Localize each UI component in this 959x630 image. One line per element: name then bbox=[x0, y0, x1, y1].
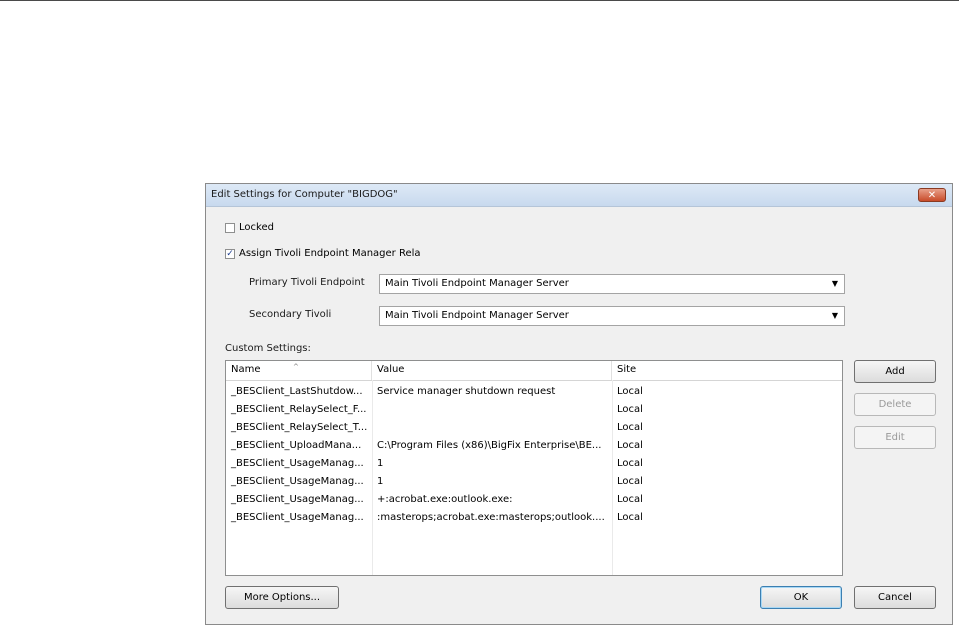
setting-site: Local bbox=[617, 512, 643, 523]
setting-value: 1 bbox=[377, 458, 384, 469]
edit-button[interactable]: Edit bbox=[854, 426, 936, 449]
more-options-button[interactable]: More Options... bbox=[225, 586, 339, 609]
delete-button[interactable]: Delete bbox=[854, 393, 936, 416]
chevron-down-icon: ▼ bbox=[831, 311, 838, 320]
column-header-name[interactable]: Name ^ bbox=[226, 361, 372, 380]
locked-checkbox-row[interactable]: Locked bbox=[225, 222, 274, 233]
dialog-title-bar[interactable]: Edit Settings for Computer "BIGDOG" ✕ bbox=[206, 184, 952, 207]
assign-relay-checkbox-row[interactable]: ✓ Assign Tivoli Endpoint Manager Rela bbox=[225, 248, 421, 259]
setting-name: _BESClient_UsageManag... bbox=[231, 512, 364, 523]
setting-name: _BESClient_UsageManag... bbox=[231, 494, 364, 505]
primary-relay-label: Primary Tivoli Endpoint bbox=[249, 277, 365, 288]
top-divider-line bbox=[0, 0, 959, 1]
table-row[interactable]: _BESClient_UsageManag... 1 Local bbox=[226, 455, 842, 473]
assign-relay-checkbox[interactable]: ✓ bbox=[225, 248, 235, 259]
secondary-relay-label: Secondary Tivoli bbox=[249, 309, 332, 320]
table-row[interactable]: _BESClient_UsageManag... 1 Local bbox=[226, 473, 842, 491]
locked-label: Locked bbox=[239, 222, 274, 233]
chevron-down-icon: ▼ bbox=[831, 279, 838, 288]
table-row[interactable]: _BESClient_UsageManag... +:acrobat.exe:o… bbox=[226, 491, 842, 509]
setting-value: +:acrobat.exe:outlook.exe: bbox=[377, 494, 513, 505]
setting-site: Local bbox=[617, 476, 643, 487]
setting-name: _BESClient_RelaySelect_F... bbox=[231, 404, 367, 415]
secondary-relay-value: Main Tivoli Endpoint Manager Server bbox=[385, 310, 569, 321]
setting-site: Local bbox=[617, 494, 643, 505]
setting-value bbox=[372, 419, 612, 437]
close-button[interactable]: ✕ bbox=[918, 188, 946, 202]
setting-site: Local bbox=[617, 458, 643, 469]
primary-relay-dropdown[interactable]: Main Tivoli Endpoint Manager Server ▼ bbox=[379, 274, 845, 294]
setting-site: Local bbox=[617, 422, 643, 433]
table-row[interactable]: _BESClient_RelaySelect_T... Local bbox=[226, 419, 842, 437]
setting-site: Local bbox=[617, 404, 643, 415]
setting-name: _BESClient_RelaySelect_T... bbox=[231, 422, 368, 433]
custom-settings-label: Custom Settings: bbox=[225, 343, 311, 354]
setting-value: 1 bbox=[377, 476, 384, 487]
table-row[interactable]: _BESClient_UsageManag... :masterops;acro… bbox=[226, 509, 842, 527]
setting-name: _BESClient_UsageManag... bbox=[231, 476, 364, 487]
table-row[interactable]: _BESClient_UploadMana... C:\Program File… bbox=[226, 437, 842, 455]
setting-value: :masterops;acrobat.exe:masterops;outlook… bbox=[377, 512, 605, 523]
locked-checkbox[interactable] bbox=[225, 222, 235, 233]
add-button[interactable]: Add bbox=[854, 360, 936, 383]
assign-relay-label: Assign Tivoli Endpoint Manager Rela bbox=[239, 248, 421, 259]
secondary-relay-dropdown[interactable]: Main Tivoli Endpoint Manager Server ▼ bbox=[379, 306, 845, 326]
sort-ascending-icon: ^ bbox=[293, 363, 299, 371]
setting-name: _BESClient_UploadMana... bbox=[231, 440, 362, 451]
setting-site: Local bbox=[617, 440, 643, 451]
dialog-title: Edit Settings for Computer "BIGDOG" bbox=[211, 189, 398, 200]
setting-name: _BESClient_LastShutdow... bbox=[231, 386, 363, 397]
primary-relay-value: Main Tivoli Endpoint Manager Server bbox=[385, 278, 569, 289]
close-icon: ✕ bbox=[927, 190, 937, 201]
setting-site: Local bbox=[617, 386, 643, 397]
setting-value bbox=[372, 401, 612, 419]
setting-value: C:\Program Files (x86)\BigFix Enterprise… bbox=[377, 440, 602, 451]
table-row[interactable]: _BESClient_LastShutdow... Service manage… bbox=[226, 383, 842, 401]
table-header: Name ^ Value Site bbox=[226, 361, 842, 381]
ok-button[interactable]: OK bbox=[760, 586, 842, 609]
edit-settings-dialog: Edit Settings for Computer "BIGDOG" ✕ Lo… bbox=[205, 183, 953, 625]
column-header-value[interactable]: Value bbox=[372, 361, 612, 380]
setting-name: _BESClient_UsageManag... bbox=[231, 458, 364, 469]
column-header-site[interactable]: Site bbox=[612, 361, 842, 380]
setting-value: Service manager shutdown request bbox=[377, 386, 556, 397]
cancel-button[interactable]: Cancel bbox=[854, 586, 936, 609]
table-row[interactable]: _BESClient_RelaySelect_F... Local bbox=[226, 401, 842, 419]
custom-settings-table[interactable]: Name ^ Value Site _BESClient_LastShutdow… bbox=[225, 360, 843, 576]
